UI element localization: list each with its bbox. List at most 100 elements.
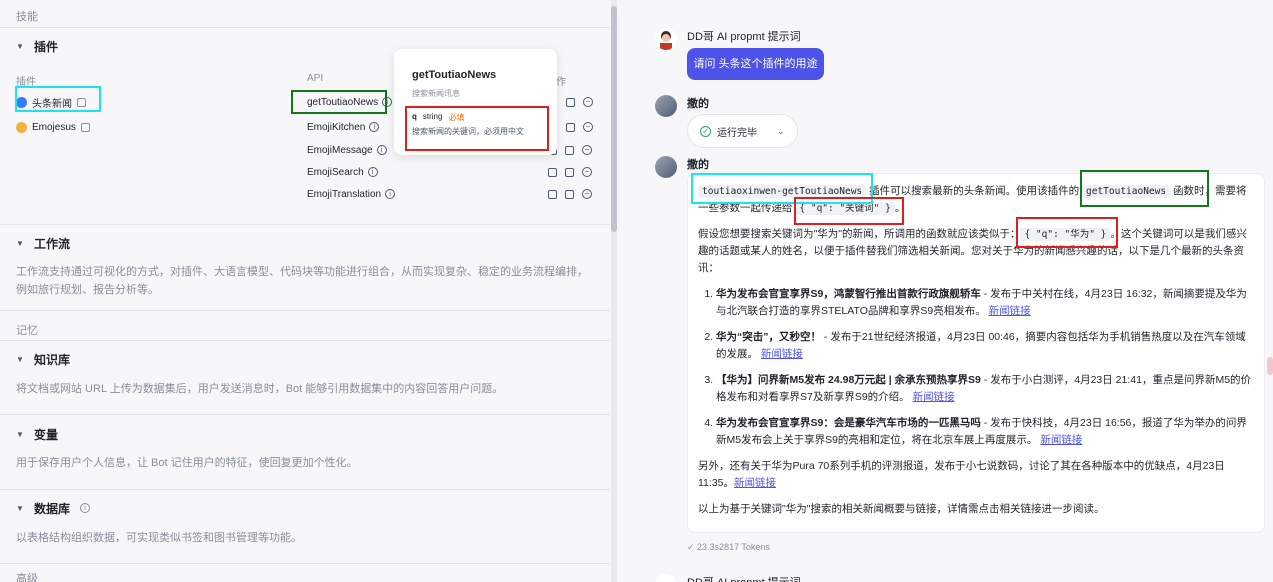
info-icon[interactable]: i xyxy=(80,503,91,513)
plugin-item-toutiao[interactable]: 头条新闻 xyxy=(16,93,86,111)
bot-name: 撒的 xyxy=(687,159,709,171)
list-item: 华为发布会官宣享界S9，鸿蒙智行推出首款行政旗舰轿车 - 发布于中关村在线，4月… xyxy=(716,286,1252,320)
param-type: string xyxy=(422,112,443,121)
copy-icon[interactable] xyxy=(548,189,557,199)
plugin-doc-icon[interactable] xyxy=(77,97,86,107)
side-handle[interactable] xyxy=(1267,357,1273,375)
info-icon[interactable]: i xyxy=(385,189,396,199)
answer-text-span: 假设您想要搜索关键词为"华为"的新闻，所调用的函数就应该类似于： xyxy=(698,228,1021,240)
list-item: 华为发布会官宣享界S9：会是豪华汽车市场的一匹黑马吗 - 发布于快科技，4月23… xyxy=(716,415,1252,449)
chevron-down-icon[interactable]: ▼ xyxy=(16,355,26,364)
divider xyxy=(0,224,610,225)
news-link[interactable]: 新闻链接 xyxy=(761,348,803,360)
info-icon[interactable]: i xyxy=(367,167,378,177)
settings-icon[interactable] xyxy=(565,167,574,177)
plugin-name: Emojesus xyxy=(32,121,76,133)
news-title: 华为发布会官宣享界S9，鸿蒙智行推出首款行政旗舰轿车 xyxy=(716,288,981,300)
col-plugin-header: 插件 xyxy=(16,77,36,88)
divider xyxy=(0,340,610,341)
api-name: getToutiaoNews xyxy=(307,96,379,108)
settings-icon[interactable] xyxy=(565,189,574,199)
answer-text-span: 插件可以搜索最新的头条新闻。使用该插件的 xyxy=(866,185,1082,197)
knowledge-desc: 将文档或网站 URL 上传为数据集后，用户发送消息时，Bot 能够引用数据集中的… xyxy=(16,383,504,395)
workflow-section-header[interactable]: ▼ 工作流 xyxy=(16,233,70,253)
plugin-doc-icon[interactable] xyxy=(80,122,90,132)
news-link[interactable]: 新闻链接 xyxy=(989,305,1031,317)
settings-icon[interactable] xyxy=(565,145,574,155)
settings-icon[interactable] xyxy=(566,122,575,132)
toutiao-logo-icon xyxy=(16,96,27,108)
remove-icon[interactable]: − xyxy=(583,97,593,107)
answer-paragraph: 以上为基于关键词"华为"搜索的相关新闻概要与链接，详情需点击相关链接进一步阅读。 xyxy=(698,503,1105,515)
user-name: DD哥 AI propmt 提示词 xyxy=(687,574,801,582)
news-link[interactable]: 新闻链接 xyxy=(734,477,776,489)
param-desc: 搜索新闻的关键词，必须用中文 xyxy=(412,127,524,136)
tooltip-subtitle: 搜索新闻讯息 xyxy=(412,89,460,98)
inline-code: { "q": "关键词" } xyxy=(795,202,895,215)
api-item[interactable]: EmojiMessage i xyxy=(307,141,387,159)
info-icon[interactable]: i xyxy=(369,122,380,132)
api-name: EmojiTranslation xyxy=(307,188,382,200)
info-icon[interactable]: i xyxy=(376,145,387,155)
remove-icon[interactable]: − xyxy=(582,167,592,177)
advanced-label: 高级 xyxy=(16,573,38,582)
api-item[interactable]: EmojiTranslation i xyxy=(307,185,396,203)
chevron-down-icon[interactable]: ▼ xyxy=(16,430,26,439)
api-name: EmojiSearch xyxy=(307,166,364,178)
memory-label: 记忆 xyxy=(16,325,38,337)
answer-paragraph: 另外，还有关于华为Pura 70系列手机的评测报道，发布于小七说数码，讨论了其在… xyxy=(698,458,1252,492)
user-avatar xyxy=(655,28,677,50)
remove-icon[interactable]: − xyxy=(582,189,592,199)
user-name: DD哥 AI propmt 提示词 xyxy=(687,31,801,43)
news-title: 【华为】问界新M5发布 24.98万元起 | 余承东预热享界S9 xyxy=(716,374,981,386)
settings-icon[interactable] xyxy=(566,97,575,107)
bot-name: 撒的 xyxy=(687,98,709,110)
plugin-name: 头条新闻 xyxy=(32,98,72,110)
divider xyxy=(0,414,610,415)
variables-title: 变量 xyxy=(34,427,59,442)
check-circle-icon: ✓ xyxy=(700,125,711,137)
divider xyxy=(0,27,610,28)
database-desc: 以表格结构组织数据，可实现类似书签和图书管理等功能。 xyxy=(16,532,302,544)
news-link[interactable]: 新闻链接 xyxy=(1040,434,1082,446)
api-item[interactable]: EmojiSearch i xyxy=(307,163,378,181)
param-name: q xyxy=(412,112,417,121)
remove-icon[interactable]: − xyxy=(582,145,592,155)
inline-code: toutiaoxinwen-getToutiaoNews xyxy=(698,185,867,198)
knowledge-section-header[interactable]: ▼ 知识库 xyxy=(16,349,70,369)
api-name: EmojiKitchen xyxy=(307,121,366,133)
run-status-dropdown[interactable]: ✓ 运行完毕 ⌄ xyxy=(687,114,798,148)
api-actions: − xyxy=(566,122,593,132)
variables-section-header[interactable]: ▼ 变量 xyxy=(16,424,58,444)
api-actions: − xyxy=(548,167,592,177)
api-name: EmojiMessage xyxy=(307,144,373,156)
chevron-down-icon[interactable]: ▼ xyxy=(16,42,26,51)
answer-text-span: 。 xyxy=(894,202,906,214)
plugins-section-header[interactable]: ▼ 插件 xyxy=(16,36,58,56)
plugin-item-emojesus[interactable]: Emojesus xyxy=(16,118,90,136)
chevron-down-icon[interactable]: ▼ xyxy=(16,239,26,248)
chevron-down-icon[interactable]: ▼ xyxy=(16,504,26,513)
col-api-header: API xyxy=(307,73,324,84)
tooltip-param: q string 必填 xyxy=(412,112,464,123)
copy-icon[interactable] xyxy=(548,167,557,177)
list-item: 【华为】问界新M5发布 24.98万元起 | 余承东预热享界S9 - 发布于小白… xyxy=(716,372,1252,406)
inline-code: { "q": "华为" } xyxy=(1020,228,1111,241)
chevron-down-icon[interactable]: ⌄ xyxy=(777,126,785,137)
api-item[interactable]: getToutiaoNews i xyxy=(307,93,393,111)
answer-paragraph: 假设您想要搜索关键词为"华为"的新闻，所调用的函数就应该类似于：{ "q": "… xyxy=(698,226,1252,277)
token-usage: ✓ 23.3s2817 Tokens xyxy=(687,542,770,552)
user-message[interactable]: 请问 头条这个插件的用途 xyxy=(687,48,824,80)
remove-icon[interactable]: − xyxy=(583,122,593,132)
api-item[interactable]: EmojiKitchen i xyxy=(307,118,380,136)
database-section-header[interactable]: ▼ 数据库 i xyxy=(16,498,91,518)
info-icon[interactable]: i xyxy=(382,97,393,107)
news-title: 华为发布会官宣享界S9：会是豪华汽车市场的一匹黑马吗 xyxy=(716,417,981,429)
tooltip-title: getToutiaoNews xyxy=(412,69,497,81)
divider xyxy=(0,489,610,490)
bot-avatar xyxy=(655,95,677,117)
news-link[interactable]: 新闻链接 xyxy=(913,391,955,403)
database-title: 数据库 xyxy=(34,501,71,516)
col-action-header: 作 xyxy=(556,77,566,88)
workflow-desc: 工作流支持通过可视化的方式，对插件、大语言模型、代码块等功能进行组合，从而实现复… xyxy=(16,266,588,296)
